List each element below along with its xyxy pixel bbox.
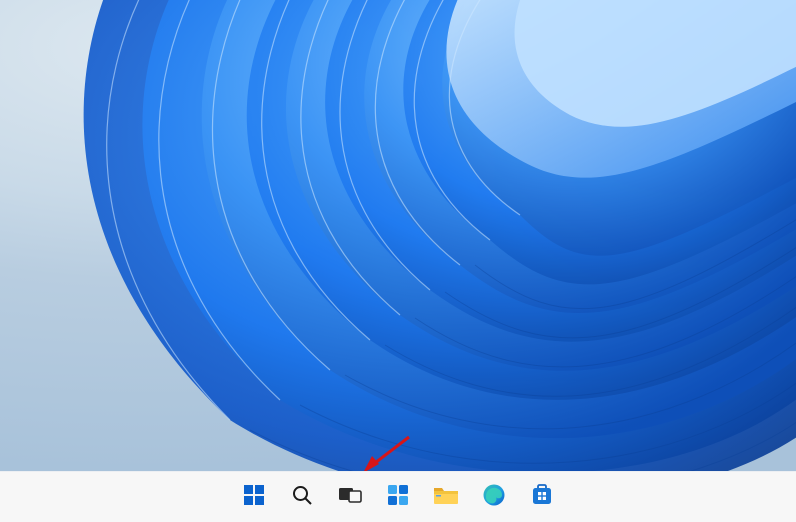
taskbar	[0, 471, 796, 522]
edge-button[interactable]	[474, 477, 514, 517]
store-icon	[530, 483, 554, 512]
search-icon	[290, 483, 314, 512]
file-explorer-button[interactable]	[426, 477, 466, 517]
desktop-wallpaper	[0, 0, 796, 471]
edge-icon	[482, 483, 506, 512]
widgets-icon	[386, 483, 410, 512]
windows-logo-icon	[242, 483, 266, 512]
store-button[interactable]	[522, 477, 562, 517]
widgets-button[interactable]	[378, 477, 418, 517]
start-button[interactable]	[234, 477, 274, 517]
task-view-button[interactable]	[330, 477, 370, 517]
search-button[interactable]	[282, 477, 322, 517]
folder-icon	[433, 484, 459, 511]
task-view-icon	[338, 485, 362, 510]
